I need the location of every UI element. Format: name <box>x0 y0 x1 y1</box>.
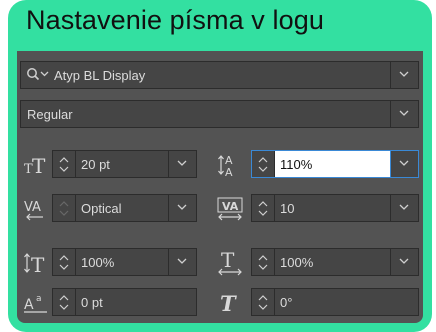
vertical-scale-value: 100% <box>81 255 115 270</box>
svg-text:T: T <box>220 291 237 316</box>
horizontal-scale-field[interactable]: 100% <box>251 248 419 276</box>
leading-icon: AA <box>217 152 243 178</box>
svg-text:T: T <box>31 253 45 276</box>
font-style-value: Regular <box>27 107 73 122</box>
kerning-dropdown[interactable]: Optical <box>52 194 197 222</box>
baseline-shift-icon: Aa <box>23 290 49 316</box>
font-family-chevron-down-icon[interactable] <box>390 62 418 88</box>
search-icon[interactable] <box>26 67 52 88</box>
character-panel: Atyp BL Display Regular TT 20 pt AA 110%… <box>17 51 423 323</box>
horizontal-scale-value: 100% <box>280 255 314 270</box>
page-title: Nastavenie písma v logu <box>26 5 324 35</box>
baseline-shift-stepper[interactable] <box>53 289 76 315</box>
font-style-dropdown[interactable]: Regular <box>20 100 419 128</box>
skew-value: 0° <box>280 295 293 310</box>
font-size-icon: TT <box>23 152 49 178</box>
baseline-shift-field[interactable]: 0 pt <box>52 288 197 316</box>
leading-stepper[interactable] <box>252 151 275 177</box>
tracking-stepper[interactable] <box>252 195 275 221</box>
vertical-scale-field[interactable]: 100% <box>52 248 197 276</box>
svg-text:T: T <box>32 154 46 178</box>
font-size-stepper[interactable] <box>53 151 76 177</box>
skew-stepper[interactable] <box>252 289 275 315</box>
kerning-chevron-down-icon[interactable] <box>168 195 196 221</box>
svg-text:T: T <box>221 250 235 272</box>
leading-chevron-down-icon[interactable] <box>390 151 418 177</box>
svg-text:A: A <box>32 200 41 215</box>
leading-value[interactable]: 110% <box>280 157 312 172</box>
font-family-value: Atyp BL Display <box>54 68 146 83</box>
skew-field[interactable]: 0° <box>251 288 419 316</box>
horizontal-scale-chevron-down-icon[interactable] <box>390 249 418 275</box>
font-style-chevron-down-icon[interactable] <box>390 101 418 127</box>
svg-text:a: a <box>36 294 42 304</box>
kerning-value: Optical <box>81 201 122 216</box>
tracking-field[interactable]: 10 <box>251 194 419 222</box>
kerning-icon: VA <box>23 196 49 222</box>
tracking-icon: VA <box>217 196 243 222</box>
font-size-chevron-down-icon[interactable] <box>168 151 196 177</box>
leading-field[interactable]: 110% <box>251 150 419 178</box>
svg-text:A: A <box>225 166 233 178</box>
svg-text:VA: VA <box>222 200 239 213</box>
vertical-scale-chevron-down-icon[interactable] <box>168 249 196 275</box>
font-size-field[interactable]: 20 pt <box>52 150 197 178</box>
tracking-value: 10 <box>280 201 295 216</box>
font-size-value: 20 pt <box>81 157 110 172</box>
kerning-stepper <box>53 195 76 221</box>
vertical-scale-stepper[interactable] <box>53 249 76 275</box>
horizontal-scale-stepper[interactable] <box>252 249 275 275</box>
baseline-shift-value: 0 pt <box>81 295 103 310</box>
svg-text:A: A <box>24 297 34 313</box>
vertical-scale-icon: T <box>23 250 49 276</box>
tracking-chevron-down-icon[interactable] <box>390 195 418 221</box>
skew-icon: T <box>217 290 243 316</box>
font-family-dropdown[interactable]: Atyp BL Display <box>20 61 419 89</box>
horizontal-scale-icon: T <box>217 250 243 276</box>
